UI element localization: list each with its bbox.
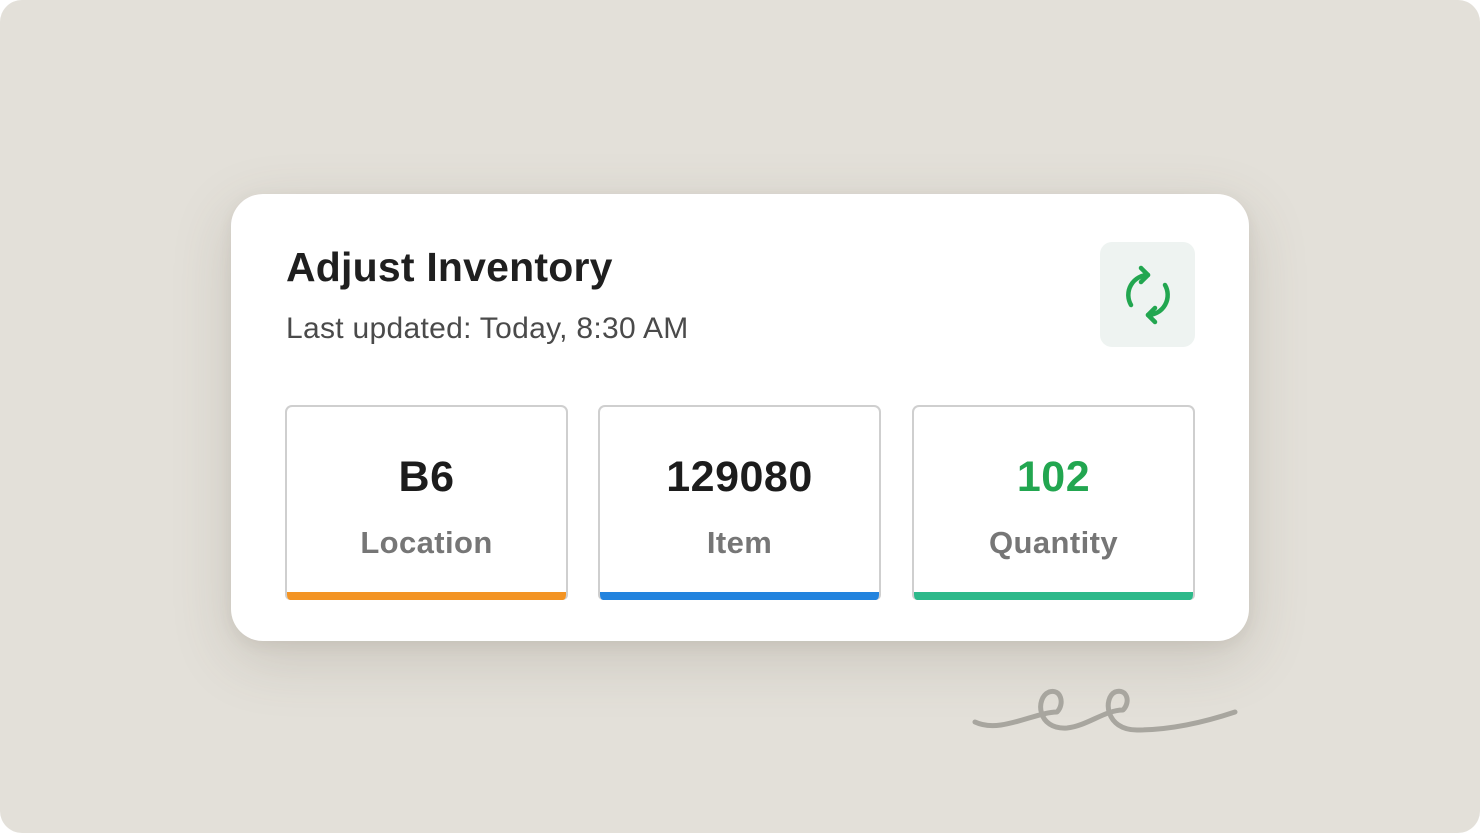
adjust-inventory-card: Adjust Inventory Last updated: Today, 8:… (231, 194, 1249, 641)
stat-card-item: 129080 Item (598, 405, 881, 600)
stat-accent-bar (914, 592, 1193, 600)
stat-accent-bar (600, 592, 879, 600)
stat-label: Quantity (989, 525, 1118, 560)
stat-card-quantity: 102 Quantity (912, 405, 1195, 600)
stat-value: B6 (398, 453, 455, 501)
inventory-stats: B6 Location 129080 Item 102 Quantity (285, 405, 1196, 600)
refresh-button[interactable] (1100, 242, 1195, 347)
stat-card-location: B6 Location (285, 405, 568, 600)
last-updated-text: Last updated: Today, 8:30 AM (286, 312, 689, 345)
signature-squiggle (972, 688, 1238, 733)
stat-value: 129080 (666, 453, 813, 501)
stat-label: Item (706, 525, 773, 560)
card-title: Adjust Inventory (286, 244, 613, 290)
stat-accent-bar (287, 592, 566, 600)
stat-value: 102 (1016, 453, 1091, 501)
stat-label: Location (360, 525, 493, 560)
refresh-icon (1125, 265, 1170, 324)
page-background: Adjust Inventory Last updated: Today, 8:… (0, 0, 1480, 833)
